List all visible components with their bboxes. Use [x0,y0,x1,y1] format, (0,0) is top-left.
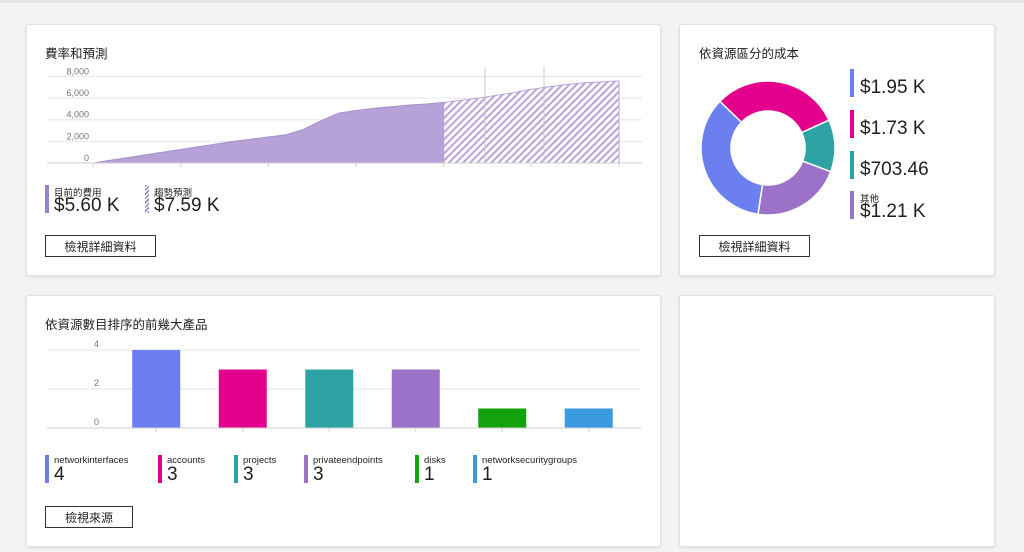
cost-legend-value-2: $1.73 K [860,118,926,139]
cost-card-title: 依資源區分的成本 [699,47,800,61]
current-cost-area [92,101,445,164]
top-products-card: 依資源數目排序的前幾大產品 4 2 0 networkinterfaces 4 acco… [26,295,661,547]
product-legend-item: networksecuritygroups 1 [473,455,623,487]
rate-forecast-card: 費率和預測 8,000 6,000 4,000 2,000 0 目前的費用 $5.60 … [26,24,661,276]
forecast-area [443,80,620,164]
cost-legend-swatch-2 [850,110,854,138]
y-tick-label: 2 [94,378,99,388]
y-tick-label: 8,000 [66,67,89,76]
legend-forecast-swatch [145,185,149,213]
product-legend-label: networkinterfaces [54,455,129,466]
product-legend-swatch [473,455,477,483]
cost-donut-chart [700,80,836,216]
products-legend: networkinterfaces 4 accounts 3 projects 3 priv… [45,455,645,489]
cost-legend-item-4: 其他 $1.21 K [850,191,970,223]
legend-forecast-value: $7.59 K [154,195,220,216]
bar-accounts [218,369,267,428]
cost-legend-item-2: $1.73 K [850,110,970,140]
product-legend-value: 1 [482,464,493,485]
rate-card-title: 費率和預測 [45,47,108,61]
product-legend-swatch [234,455,238,483]
product-legend-value: 3 [167,464,178,485]
legend-current-cost: 目前的費用 $5.60 K [45,185,135,217]
cost-legend-item-3: $703.46 [850,151,970,181]
legend-current-cost-swatch [45,185,49,213]
product-legend-label: networksecuritygroups [482,455,578,466]
cost-by-resource-card: 依資源區分的成本 $1.95 K $1.73 K $703.46 其他 $1.2… [679,24,995,276]
bar-disks [478,408,527,428]
bar-networkinterfaces [132,350,181,428]
cost-legend-value-3: $703.46 [860,159,929,180]
cost-legend-swatch-1 [850,69,854,97]
product-legend-swatch [45,455,49,483]
y-tick-label: 0 [84,153,89,163]
bar-privateendpoints [391,369,440,428]
rate-area-chart: 8,000 6,000 4,000 2,000 0 [47,67,642,167]
cost-legend-value-4: $1.21 K [860,201,926,222]
empty-card [679,295,995,547]
y-tick-label: 2,000 [66,131,89,141]
cost-legend-swatch-4 [850,191,854,219]
bar-projects [305,369,354,428]
donut-slice-4 [757,160,832,216]
product-legend-value: 3 [243,464,254,485]
y-tick-label: 6,000 [66,88,89,98]
product-legend-value: 1 [424,464,435,485]
products-bar-chart: 4 2 0 [47,340,641,432]
view-source-button[interactable]: 檢視來源 [45,506,133,528]
legend-current-cost-value: $5.60 K [54,195,120,216]
product-legend-swatch [304,455,308,483]
products-card-title: 依資源數目排序的前幾大產品 [45,318,208,332]
view-details-button[interactable]: 檢視詳細資料 [45,235,156,257]
bar-networksecuritygroups [564,408,613,428]
product-legend-swatch [158,455,162,483]
y-tick-label: 0 [94,417,99,427]
view-details-button[interactable]: 檢視詳細資料 [699,235,810,257]
y-tick-label: 4,000 [66,110,89,120]
donut-slice-1 [700,100,764,216]
top-divider [0,0,1024,3]
cost-legend-value-1: $1.95 K [860,77,926,98]
product-legend-value: 4 [54,464,65,485]
legend-forecast: 趨勢預測 $7.59 K [145,185,235,217]
product-legend-value: 3 [313,464,324,485]
cost-legend-swatch-3 [850,151,854,179]
product-legend-swatch [415,455,419,483]
cost-legend-item-1: $1.95 K [850,69,970,99]
y-tick-label: 4 [94,340,99,349]
